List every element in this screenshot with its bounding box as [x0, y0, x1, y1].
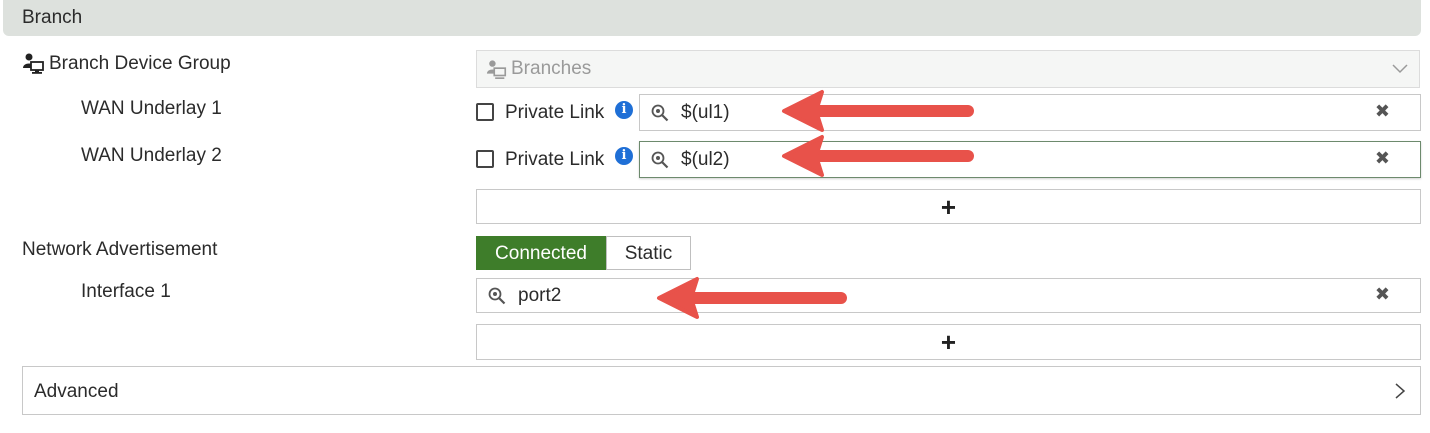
device-group-icon	[486, 60, 507, 79]
search-icon	[651, 104, 669, 122]
info-icon[interactable]: i	[615, 101, 633, 119]
branch-device-group-value: Branches	[511, 58, 592, 79]
annotation-arrow	[782, 135, 974, 177]
close-icon[interactable]: ✖	[1375, 284, 1390, 305]
section-title: Branch	[22, 7, 83, 28]
interface-1-value: port2	[518, 285, 562, 306]
plus-icon: +	[940, 192, 957, 222]
wan-underlay-1-label: WAN Underlay 1	[81, 98, 222, 119]
interface-1-label: Interface 1	[81, 281, 171, 302]
static-toggle[interactable]: Static	[606, 236, 691, 270]
close-icon[interactable]: ✖	[1375, 101, 1390, 122]
section-header-branch: Branch	[3, 0, 1421, 36]
search-icon	[488, 287, 506, 305]
wan-underlay-1-value: $(ul1)	[681, 102, 730, 123]
wan-underlay-2-value: $(ul2)	[681, 149, 730, 170]
wan-underlay-2-input[interactable]: $(ul2) ✖	[639, 141, 1421, 178]
branch-device-group-label: Branch Device Group	[49, 53, 231, 74]
add-underlay-button[interactable]: +	[476, 189, 1421, 224]
annotation-arrow	[657, 277, 847, 319]
private-link-label-1: Private Link	[505, 102, 605, 123]
interface-1-input[interactable]: port2 ✖	[476, 278, 1421, 313]
wan-underlay-2-label: WAN Underlay 2	[81, 145, 222, 166]
private-link-label-2: Private Link	[505, 149, 605, 170]
search-icon	[651, 151, 669, 169]
advanced-section-toggle[interactable]: Advanced	[22, 366, 1421, 415]
chevron-down-icon[interactable]	[1391, 63, 1409, 75]
private-link-checkbox-1[interactable]	[476, 103, 494, 121]
wan-underlay-1-input[interactable]: $(ul1) ✖	[639, 94, 1421, 131]
branch-device-group-select[interactable]: Branches	[476, 50, 1420, 88]
add-interface-button[interactable]: +	[476, 324, 1421, 360]
connected-toggle[interactable]: Connected	[476, 236, 606, 270]
network-advertisement-label: Network Advertisement	[22, 239, 218, 260]
info-icon[interactable]: i	[615, 147, 633, 165]
plus-icon: +	[940, 327, 957, 357]
close-icon[interactable]: ✖	[1375, 148, 1390, 169]
annotation-arrow	[782, 90, 974, 132]
private-link-checkbox-2[interactable]	[476, 150, 494, 168]
advanced-label: Advanced	[34, 381, 119, 402]
chevron-right-icon	[1395, 383, 1406, 399]
device-group-icon	[23, 53, 44, 74]
